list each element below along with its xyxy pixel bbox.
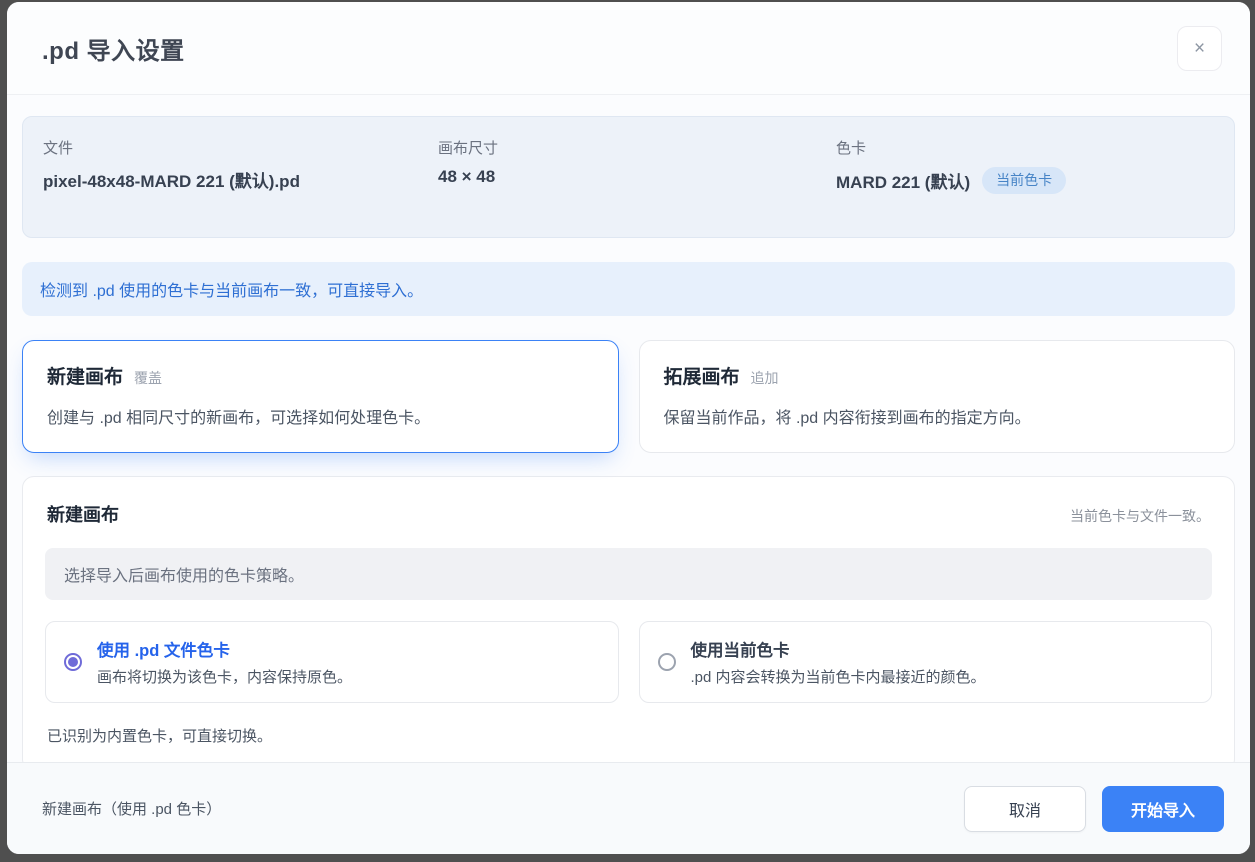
dialog-footer: 新建画布（使用 .pd 色卡） 取消 开始导入 xyxy=(7,762,1250,854)
radio-unselected-icon[interactable] xyxy=(658,653,676,671)
option-description: 画布将切换为该色卡，内容保持原色。 xyxy=(97,666,352,687)
option-use-current-palette[interactable]: 使用当前色卡 .pd 内容会转换为当前色卡内最接近的颜色。 xyxy=(639,621,1213,703)
section-title: 新建画布 xyxy=(47,501,119,527)
option-texts: 使用当前色卡 .pd 内容会转换为当前色卡内最接近的颜色。 xyxy=(691,637,986,687)
file-name: pixel-48x48-MARD 221 (默认).pd xyxy=(43,167,438,192)
palette-column: 色卡 MARD 221 (默认) 当前色卡 xyxy=(836,137,1214,194)
option-use-pd-palette[interactable]: 使用 .pd 文件色卡 画布将切换为该色卡，内容保持原色。 xyxy=(45,621,619,703)
mode-card-new-canvas[interactable]: 新建画布 覆盖 创建与 .pd 相同尺寸的新画布，可选择如何处理色卡。 xyxy=(22,340,619,453)
file-info-column: 文件 pixel-48x48-MARD 221 (默认).pd xyxy=(43,137,438,194)
footer-actions: 取消 开始导入 xyxy=(964,786,1224,832)
dialog-title: .pd 导入设置 xyxy=(42,31,185,66)
mode-card-head: 拓展画布 追加 xyxy=(664,362,1211,389)
radio-selected-icon[interactable] xyxy=(64,653,82,671)
file-label: 文件 xyxy=(43,137,438,158)
dialog-body: 文件 pixel-48x48-MARD 221 (默认).pd 画布尺寸 48 … xyxy=(7,95,1250,762)
mode-title: 新建画布 xyxy=(47,362,123,389)
mode-description: 保留当前作品，将 .pd 内容衔接到画布的指定方向。 xyxy=(664,404,1211,428)
option-title: 使用 .pd 文件色卡 xyxy=(97,637,352,661)
cancel-button[interactable]: 取消 xyxy=(964,786,1086,832)
notice-text: 检测到 .pd 使用的色卡与当前画布一致，可直接导入。 xyxy=(40,283,423,300)
current-palette-badge: 当前色卡 xyxy=(982,167,1066,194)
strategy-prompt: 选择导入后画布使用的色卡策略。 xyxy=(45,548,1212,600)
close-button[interactable]: × xyxy=(1177,26,1222,71)
close-icon: × xyxy=(1194,38,1205,59)
palette-option-row: 使用 .pd 文件色卡 画布将切换为该色卡，内容保持原色。 使用当前色卡 .pd… xyxy=(45,621,1212,703)
option-title: 使用当前色卡 xyxy=(691,637,986,661)
mode-description: 创建与 .pd 相同尺寸的新画布，可选择如何处理色卡。 xyxy=(47,404,594,428)
mode-tag: 覆盖 xyxy=(134,368,162,388)
palette-match-notice: 检测到 .pd 使用的色卡与当前画布一致，可直接导入。 xyxy=(22,262,1235,316)
import-settings-dialog: .pd 导入设置 × 文件 pixel-48x48-MARD 221 (默认).… xyxy=(7,2,1250,854)
palette-match-hint: 当前色卡与文件一致。 xyxy=(1070,506,1210,526)
builtin-palette-footnote: 已识别为内置色卡，可直接切换。 xyxy=(45,725,1212,746)
import-mode-row: 新建画布 覆盖 创建与 .pd 相同尺寸的新画布，可选择如何处理色卡。 拓展画布… xyxy=(22,340,1235,453)
mode-card-expand-canvas[interactable]: 拓展画布 追加 保留当前作品，将 .pd 内容衔接到画布的指定方向。 xyxy=(639,340,1236,453)
selection-summary: 新建画布（使用 .pd 色卡） xyxy=(42,798,221,819)
option-texts: 使用 .pd 文件色卡 画布将切换为该色卡，内容保持原色。 xyxy=(97,637,352,687)
palette-value-row: MARD 221 (默认) 当前色卡 xyxy=(836,167,1214,194)
option-description: .pd 内容会转换为当前色卡内最接近的颜色。 xyxy=(691,666,986,687)
canvas-size-column: 画布尺寸 48 × 48 xyxy=(438,137,836,194)
mode-tag: 追加 xyxy=(751,368,779,388)
new-canvas-section: 新建画布 当前色卡与文件一致。 选择导入后画布使用的色卡策略。 使用 .pd 文… xyxy=(22,476,1235,762)
mode-title: 拓展画布 xyxy=(664,362,740,389)
palette-label: 色卡 xyxy=(836,137,1214,158)
canvas-size-value: 48 × 48 xyxy=(438,167,836,187)
mode-card-head: 新建画布 覆盖 xyxy=(47,362,594,389)
file-info-bar: 文件 pixel-48x48-MARD 221 (默认).pd 画布尺寸 48 … xyxy=(22,116,1235,238)
palette-name: MARD 221 (默认) xyxy=(836,168,970,193)
start-import-button[interactable]: 开始导入 xyxy=(1102,786,1224,832)
section-head: 新建画布 当前色卡与文件一致。 xyxy=(45,501,1212,527)
canvas-size-label: 画布尺寸 xyxy=(438,137,836,158)
dialog-header: .pd 导入设置 × xyxy=(7,2,1250,95)
strategy-prompt-text: 选择导入后画布使用的色卡策略。 xyxy=(64,568,304,585)
